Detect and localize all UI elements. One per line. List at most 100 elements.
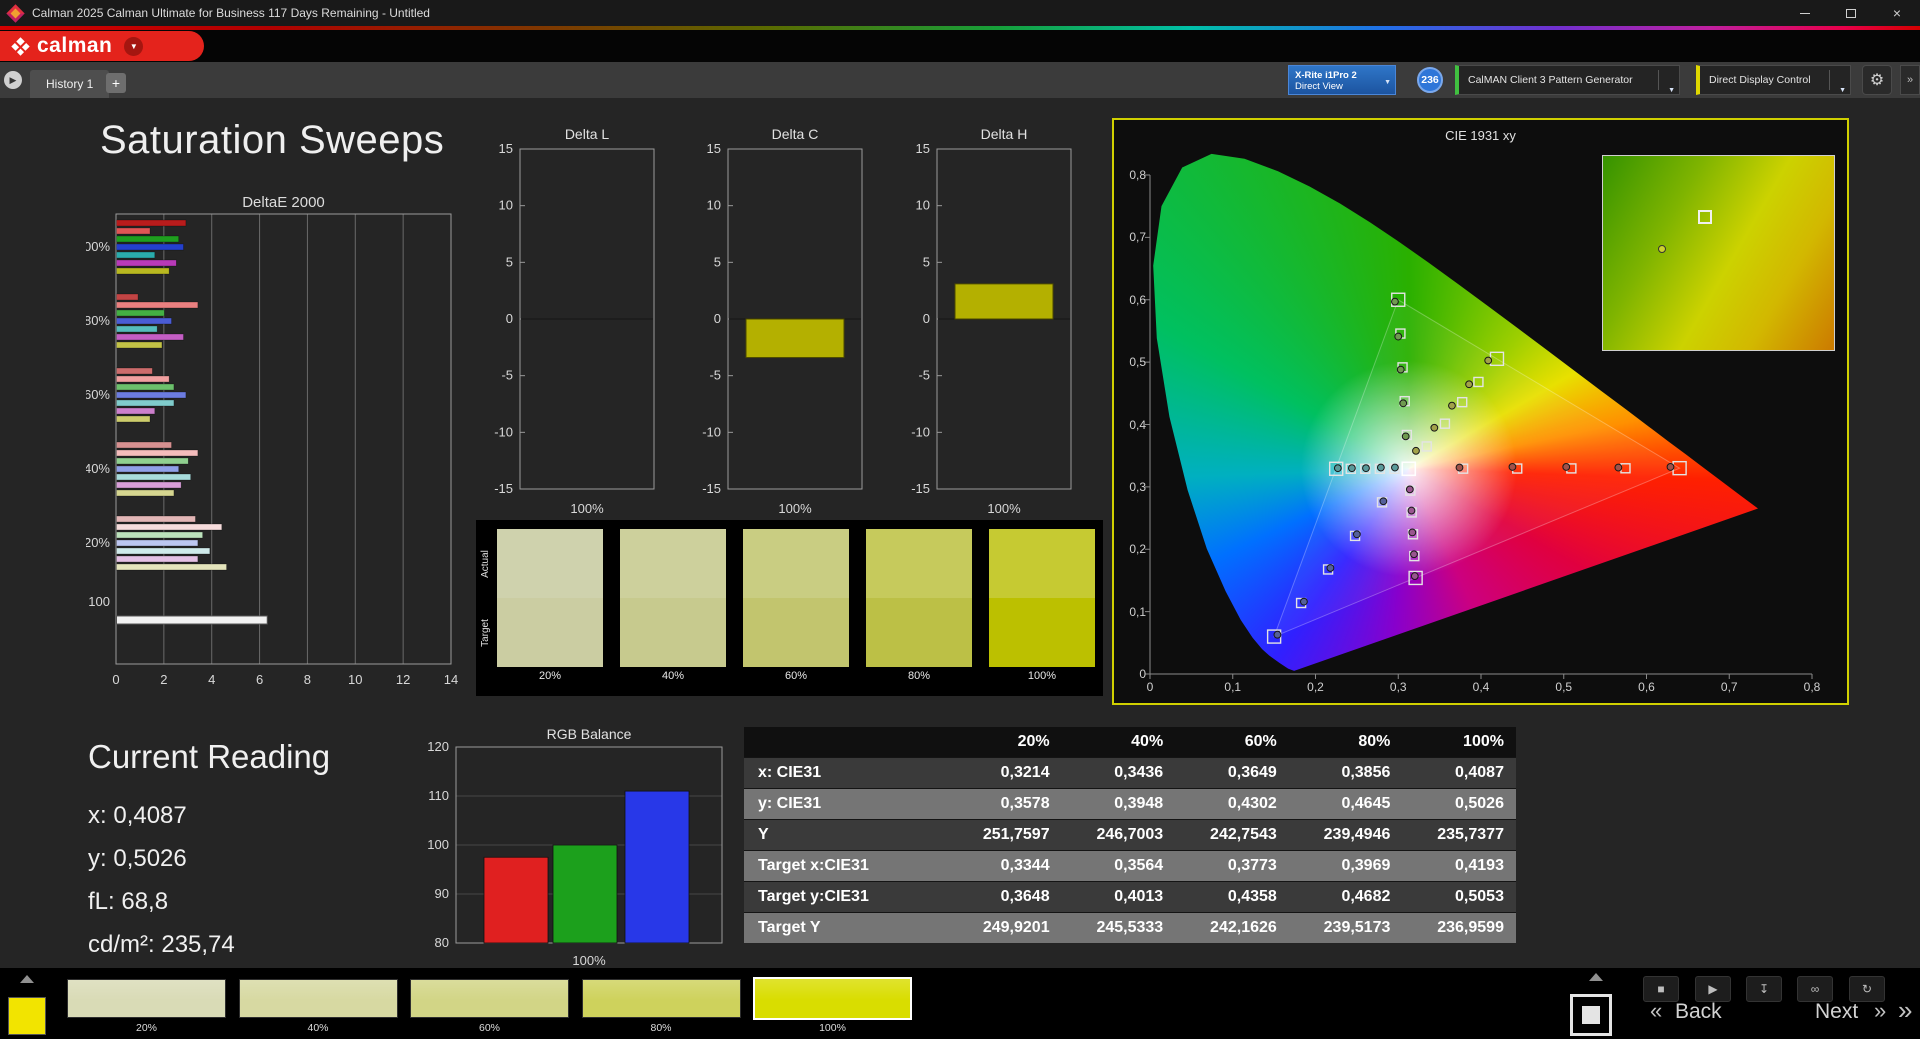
svg-text:-10: -10 [702,424,721,439]
table-cell: 0,4302 [1175,789,1289,819]
cie-x-tick: 0,7 [1709,680,1749,694]
table-cell: 0,3578 [948,789,1062,819]
link-button[interactable]: ∞ [1797,976,1833,1002]
display-control-dropdown[interactable]: Direct Display Control ▼ [1696,65,1851,95]
cie-y-tick: 0,6 [1116,293,1146,307]
table-cell: 246,7003 [1062,820,1176,850]
svg-text:5: 5 [506,254,513,269]
cie-x-tick: 0 [1130,680,1170,694]
table-cell: 249,9201 [948,913,1062,943]
calman-logo[interactable]: calman ▼ [0,31,204,61]
bottom-swatch-60%[interactable] [410,979,569,1018]
cie-x-tick: 0,5 [1544,680,1584,694]
maximize-icon [1846,9,1856,18]
play-button[interactable]: ▶ [1695,976,1731,1002]
table-row-label: y: CIE31 [744,789,948,819]
cie-y-tick: 0,8 [1116,168,1146,182]
page-title: Saturation Sweeps [100,118,444,163]
swatch-level-label: 60% [743,670,849,682]
chevron-down-icon: ▼ [1384,77,1391,88]
swatch-level-label: 20% [497,670,603,682]
swatch-level-label: 40% [620,670,726,682]
save-button[interactable]: ↧ [1746,976,1782,1002]
svg-text:100: 100 [427,837,449,852]
svg-text:100%: 100% [987,501,1021,516]
table-row-label: Target x:CIE31 [744,851,948,881]
svg-text:-15: -15 [911,481,930,496]
table-cell: 0,3948 [1062,789,1176,819]
pattern-generator-dropdown[interactable]: CalMAN Client 3 Pattern Generator ▼ [1455,65,1680,95]
logo-menu-button[interactable]: ▼ [124,37,143,56]
actual-swatch-100% [989,529,1095,598]
back-button[interactable]: Back [1675,1000,1722,1024]
collapse-left-icon[interactable] [20,975,34,983]
svg-text:10: 10 [916,198,930,213]
svg-text:100%: 100% [86,239,110,254]
results-table: 20%40%60%80%100%x: CIE310,32140,34360,36… [744,727,1516,943]
bottom-swatch-label: 40% [239,1022,398,1034]
table-cell: 235,7377 [1402,820,1516,850]
close-button[interactable]: × [1874,0,1920,26]
cie-y-tick: 0,2 [1116,542,1146,556]
settings-button[interactable]: ⚙ [1862,65,1892,95]
svg-text:20%: 20% [86,535,110,550]
bottom-swatch-20%[interactable] [67,979,226,1018]
rgb-balance-chart: RGB Balance1201101009080100% [415,725,745,975]
collapse-right-icon[interactable] [1589,973,1603,981]
cie-y-tick: 0,3 [1116,480,1146,494]
meter-count-badge[interactable]: 236 [1417,67,1443,93]
expand-icon[interactable]: » [1898,995,1912,1026]
title-bar: Calman 2025 Calman Ultimate for Business… [0,0,1920,26]
svg-text:5: 5 [714,254,721,269]
svg-text:-15: -15 [702,481,721,496]
cie-y-tick: 0 [1116,667,1146,681]
bottom-bar: 20%40%60%80%100% ■▶↧∞↻ « Back Next » » [0,968,1920,1039]
table-cell: 0,4358 [1175,882,1289,912]
history-prev-button[interactable]: ▶ [4,71,22,89]
svg-text:8: 8 [304,672,311,687]
pattern-window-icon[interactable] [1570,994,1612,1036]
actual-swatch-20% [497,529,603,598]
maximize-button[interactable] [1828,0,1874,26]
svg-text:14: 14 [444,672,458,687]
next-chevron-icon[interactable]: » [1874,998,1886,1024]
meter-dropdown[interactable]: X-Rite i1Pro 2 Direct View ▼ [1288,65,1396,95]
back-chevron-icon[interactable]: « [1650,998,1662,1024]
actual-target-swatch-panel: Actual Target 20%40%60%80%100% [476,520,1103,696]
table-cell: 239,5173 [1289,913,1403,943]
svg-text:-10: -10 [494,424,513,439]
next-button[interactable]: Next [1815,1000,1858,1024]
reading-y: y: 0,5026 [88,837,330,880]
actual-row-label: Actual [479,534,493,594]
reading-fl: fL: 68,8 [88,880,330,923]
reading-x: x: 0,4087 [88,794,330,837]
table-col-header: 40% [1062,727,1176,757]
svg-text:100%: 100% [572,953,606,968]
table-cell: 0,3969 [1289,851,1403,881]
svg-text:15: 15 [707,141,721,156]
svg-text:0: 0 [506,311,513,326]
bottom-swatch-80%[interactable] [582,979,741,1018]
svg-text:80%: 80% [86,313,110,328]
table-cell: 236,9599 [1402,913,1516,943]
table-cell: 0,3649 [1175,758,1289,788]
table-cell: 0,5053 [1402,882,1516,912]
table-cell: 0,3564 [1062,851,1176,881]
table-cell: 0,4193 [1402,851,1516,881]
more-icon: » [1907,74,1913,86]
table-cell: 0,4087 [1402,758,1516,788]
table-row-label: Y [744,820,948,850]
bottom-swatch-label: 100% [753,1022,912,1034]
target-swatch-100% [989,598,1095,667]
swatch-level-label: 80% [866,670,972,682]
overflow-button[interactable]: » [1900,65,1920,95]
cie-x-tick: 0,6 [1627,680,1667,694]
reference-swatch[interactable] [8,997,46,1035]
svg-text:0: 0 [112,672,119,687]
tab-history-1[interactable]: History 1 [30,70,109,98]
bottom-swatch-100%[interactable] [753,977,912,1020]
minimize-button[interactable] [1782,0,1828,26]
meter-line1: X-Rite i1Pro 2 [1295,70,1381,81]
add-tab-button[interactable]: + [106,73,126,93]
bottom-swatch-40%[interactable] [239,979,398,1018]
